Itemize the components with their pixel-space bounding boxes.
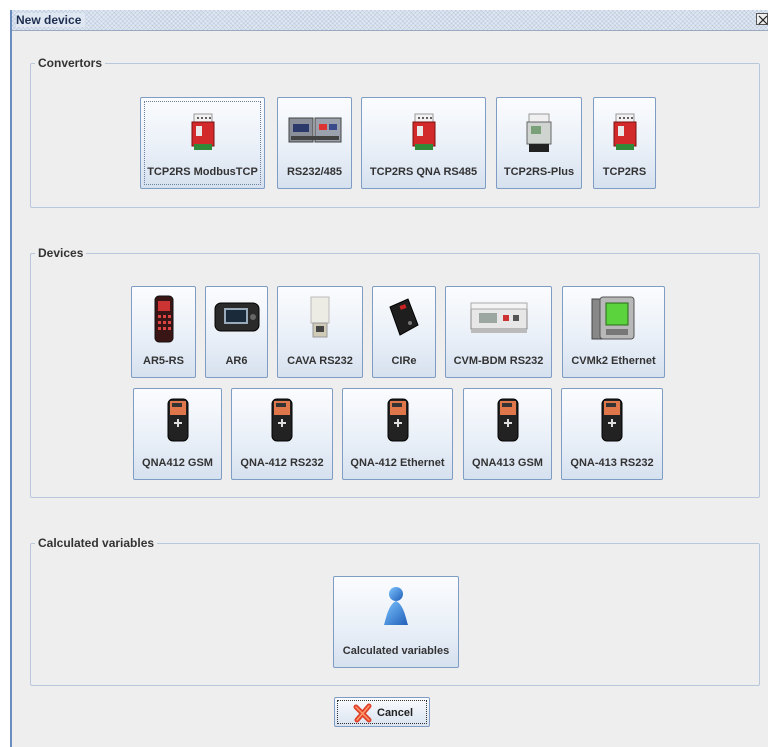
title-bar[interactable]: New device — [12, 10, 768, 31]
device-button-cvm-bdm-rs232[interactable]: CVM-BDM RS232 — [445, 286, 552, 378]
cancel-button-label: Cancel — [377, 707, 414, 719]
qna-analyzer-icon — [271, 398, 293, 442]
device-button-tcp2rs[interactable]: TCP2RS — [593, 97, 656, 189]
white-box-device-icon — [310, 296, 330, 338]
calculated-variables-group-label: Calculated variables — [35, 536, 158, 550]
qna-analyzer-icon — [601, 398, 623, 442]
device-button-label: AR6 — [225, 355, 248, 367]
device-button-cire[interactable]: CIRe — [372, 286, 436, 378]
close-icon — [758, 15, 768, 25]
device-button-rs232-485[interactable]: RS232/485 — [277, 97, 352, 189]
device-button-tcp2rs-modbustcp[interactable]: TCP2RS ModbusTCP — [140, 97, 265, 189]
dialog-title: New device — [16, 13, 86, 27]
device-button-label: QNA412 GSM — [142, 457, 213, 469]
panel-meter-icon — [591, 296, 634, 340]
device-button-label: CAVA RS232 — [287, 355, 353, 367]
device-button-label: TCP2RS ModbusTCP — [147, 166, 258, 178]
handheld-analyzer-icon — [154, 295, 173, 343]
device-button-qna-413-rs232[interactable]: QNA-413 RS232 — [561, 388, 663, 480]
red-din-module-icon — [412, 113, 435, 150]
red-x-icon — [353, 703, 372, 723]
dual-din-module-icon — [288, 117, 341, 143]
device-button-label: QNA-413 RS232 — [570, 457, 654, 469]
device-button-cava-rs232[interactable]: CAVA RS232 — [277, 286, 363, 378]
close-button[interactable] — [756, 13, 768, 25]
device-button-label: RS232/485 — [286, 166, 343, 178]
device-button-label: QNA-412 Ethernet — [350, 457, 445, 469]
black-box-device-icon — [389, 298, 419, 336]
din-meter-icon — [470, 302, 527, 333]
device-button-tcp2rs-qna-rs485[interactable]: TCP2RS QNA RS485 — [361, 97, 486, 189]
device-button-qna-412-ethernet[interactable]: QNA-412 Ethernet — [342, 388, 453, 480]
devices-group-label: Devices — [35, 246, 87, 260]
device-button-cvmk2-ethernet[interactable]: CVMk2 Ethernet — [562, 286, 665, 378]
qna-analyzer-icon — [497, 398, 518, 442]
device-button-ar5-rs[interactable]: AR5-RS — [131, 286, 196, 378]
device-button-label: TCP2RS-Plus — [503, 166, 575, 178]
device-button-ar6[interactable]: AR6 — [205, 286, 268, 378]
calculated-variables-button-label: Calculated variables — [342, 645, 450, 657]
cancel-button[interactable]: Cancel — [334, 697, 430, 727]
device-button-label: TCP2RS QNA RS485 — [369, 166, 478, 178]
red-din-module-icon — [613, 113, 636, 150]
calculated-variables-button[interactable]: Calculated variables — [333, 576, 459, 668]
qna-analyzer-icon — [387, 398, 408, 442]
portable-analyzer-icon — [214, 302, 259, 332]
convertors-group-label: Convertors — [35, 56, 106, 70]
device-button-qna413-gsm[interactable]: QNA413 GSM — [463, 388, 552, 480]
gray-din-module-icon — [526, 113, 552, 152]
device-button-qna-412-rs232[interactable]: QNA-412 RS232 — [231, 388, 333, 480]
blue-person-icon — [384, 587, 408, 625]
device-button-qna412-gsm[interactable]: QNA412 GSM — [133, 388, 222, 480]
device-button-label: QNA413 GSM — [472, 457, 543, 469]
qna-analyzer-icon — [167, 398, 188, 442]
device-button-label: TCP2RS — [602, 166, 647, 178]
device-button-tcp2rs-plus[interactable]: TCP2RS-Plus — [496, 97, 582, 189]
red-din-module-icon — [191, 113, 214, 150]
device-button-label: AR5-RS — [143, 355, 184, 367]
device-button-label: CVMk2 Ethernet — [571, 355, 656, 367]
device-button-label: CVM-BDM RS232 — [453, 355, 544, 367]
device-button-label: QNA-412 RS232 — [240, 457, 324, 469]
device-button-label: CIRe — [391, 355, 417, 367]
